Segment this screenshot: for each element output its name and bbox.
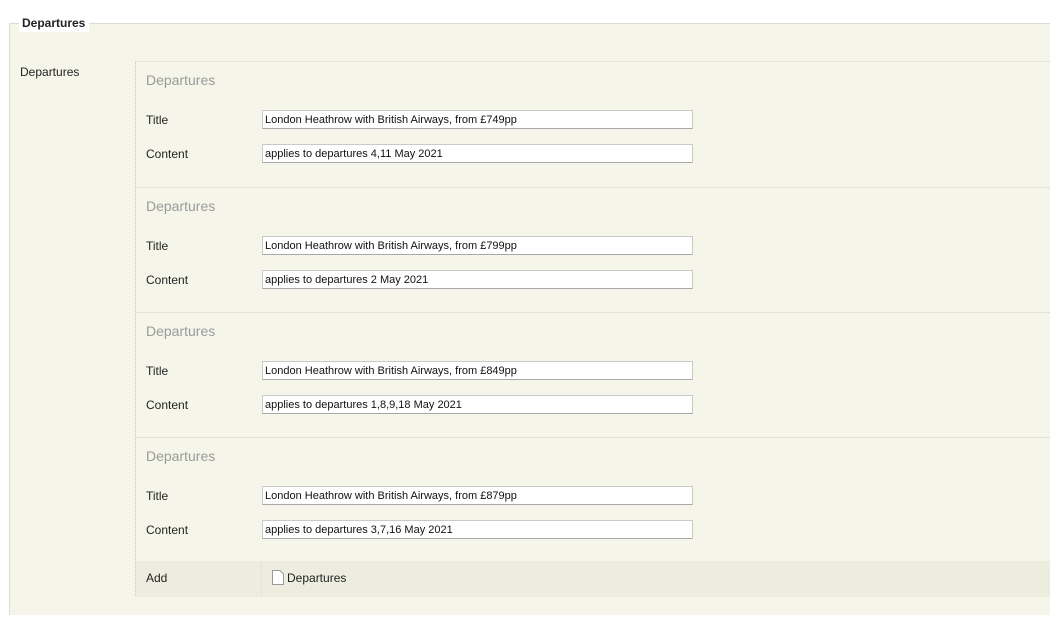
group-heading: Departures	[146, 198, 216, 214]
title-input[interactable]	[262, 486, 693, 505]
content-input[interactable]	[262, 144, 693, 163]
departure-group: Departures Title Content	[136, 312, 1050, 437]
content-label: Content	[146, 147, 189, 161]
title-input[interactable]	[262, 361, 693, 380]
add-label: Add	[146, 571, 168, 585]
fieldset-legend: Departures	[19, 15, 90, 32]
content-input[interactable]	[262, 520, 693, 539]
departures-fieldset: Departures Departures Departures Title C…	[9, 15, 1050, 615]
document-icon	[272, 570, 284, 585]
add-row-divider	[261, 561, 262, 597]
departure-group: Departures Title Content	[136, 437, 1050, 562]
add-departures-button[interactable]: Departures	[272, 570, 346, 585]
content-label: Content	[146, 523, 189, 537]
content-label: Content	[146, 398, 189, 412]
add-departures-label: Departures	[287, 570, 347, 585]
content-label: Content	[146, 273, 189, 287]
add-row: Add Departures	[136, 561, 1050, 597]
content-input[interactable]	[262, 395, 693, 414]
departure-group: Departures Title Content	[136, 187, 1050, 312]
departures-collection: Departures Title Content Departures Titl…	[135, 61, 1050, 597]
content-input[interactable]	[262, 270, 693, 289]
departure-group: Departures Title Content	[136, 62, 1050, 187]
title-input[interactable]	[262, 236, 693, 255]
title-label: Title	[146, 239, 169, 253]
group-heading: Departures	[146, 448, 216, 464]
title-label: Title	[146, 113, 169, 127]
title-label: Title	[146, 489, 169, 503]
group-heading: Departures	[146, 72, 216, 88]
group-heading: Departures	[146, 323, 216, 339]
title-input[interactable]	[262, 110, 693, 129]
departures-field-label: Departures	[20, 65, 80, 79]
title-label: Title	[146, 364, 169, 378]
